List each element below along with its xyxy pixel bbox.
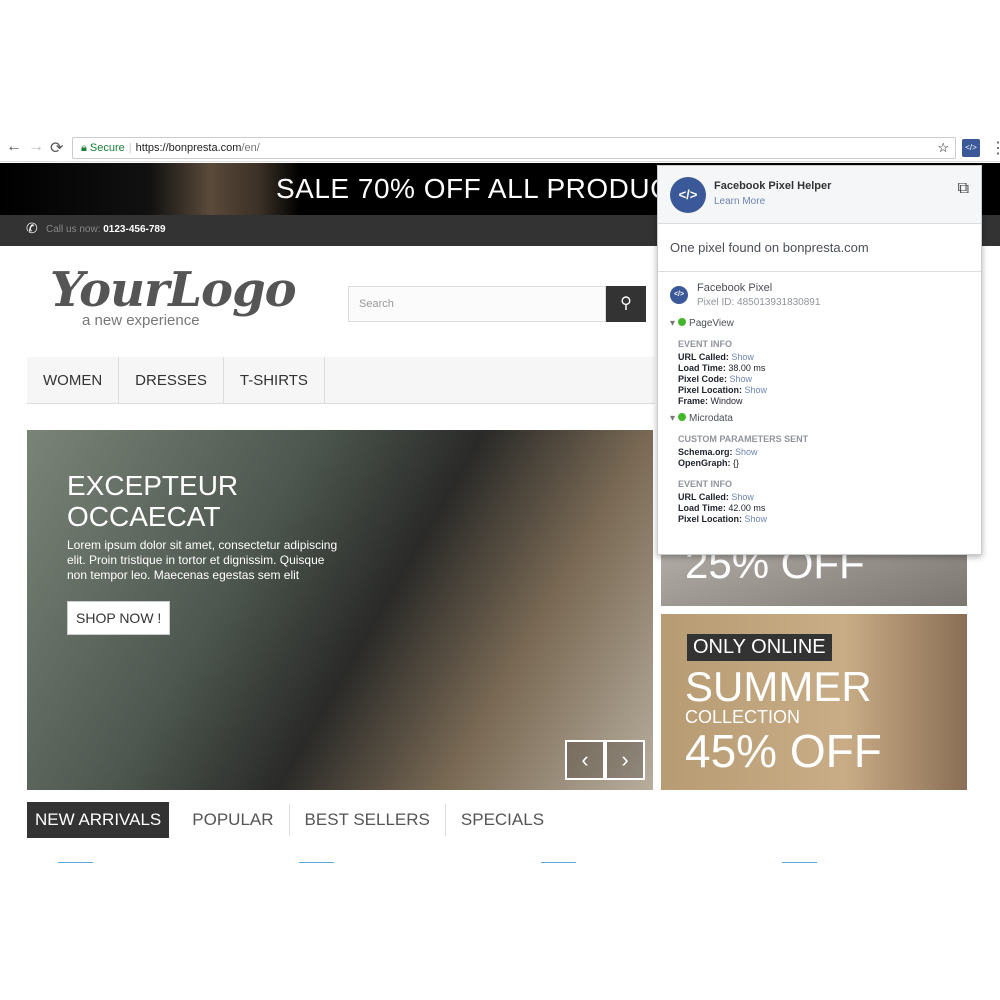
bookmark-star-icon[interactable]: ☆ [937, 138, 949, 158]
promo-discount: 45% OFF [685, 725, 882, 777]
shop-now-button[interactable]: SHOP NOW ! [67, 601, 171, 635]
search-input[interactable]: Search [348, 286, 606, 322]
pixel-helper-popup: </> Facebook Pixel Helper Learn More ⧉ O… [657, 165, 982, 555]
row-label: URL Called: [678, 352, 729, 362]
pixel-helper-extension-icon[interactable]: </> [962, 139, 980, 157]
lock-icon: 🔒︎ [81, 142, 87, 154]
event-info-row: Frame: Window [678, 396, 981, 407]
browser-menu-icon[interactable]: ⋮ [990, 138, 1000, 158]
show-link[interactable]: Show [731, 492, 754, 502]
divider [782, 862, 817, 863]
sale-banner-text: SALE 70% OFF ALL PRODUCTS [276, 173, 708, 204]
divider [541, 862, 576, 863]
learn-more-link[interactable]: Learn More [714, 196, 765, 207]
pixel-helper-logo-icon: </> [670, 177, 706, 213]
menu-item-dresses[interactable]: DRESSES [119, 357, 224, 403]
hero-slider: EXCEPTEUR OCCAECAT Lorem ipsum dolor sit… [27, 430, 653, 790]
row-label: Load Time: [678, 503, 726, 513]
event-info-row: URL Called: Show [678, 492, 981, 503]
tab-specials[interactable]: SPECIALS [446, 804, 559, 836]
event-info-row: Load Time: 42.00 ms [678, 503, 981, 514]
event-info-row: URL Called: Show [678, 352, 981, 363]
search-button[interactable]: ⚲ [606, 286, 646, 322]
promo-badge: ONLY ONLINE [687, 634, 832, 661]
check-icon [678, 413, 687, 421]
row-label: URL Called: [678, 492, 729, 502]
check-icon [678, 318, 687, 326]
product-tabs: NEW ARRIVALS POPULAR BEST SELLERS SPECIA… [27, 802, 559, 838]
logo[interactable]: YourLogo [50, 262, 297, 318]
show-link[interactable]: Show [731, 352, 754, 362]
row-value: 38.00 ms [728, 363, 766, 373]
hero-text: Lorem ipsum dolor sit amet, consectetur … [67, 538, 338, 582]
search-icon: ⚲ [620, 295, 632, 312]
row-label: Pixel Location: [678, 385, 743, 395]
reload-button[interactable]: ⟳ [50, 138, 63, 158]
event-info-row: Schema.org: Show [678, 447, 981, 458]
promo-title: SUMMER [685, 663, 872, 710]
back-button[interactable]: ← [6, 138, 22, 156]
phone-icon: ✆ [26, 220, 38, 236]
show-link[interactable]: Show [745, 514, 768, 524]
browser-toolbar: ← → ⟳ 🔒︎ Secure | https://bonpresta.com/en… [0, 135, 1000, 162]
logo-tagline: a new experience [82, 312, 200, 329]
address-bar[interactable]: 🔒︎ Secure | https://bonpresta.com/en/ ☆ [72, 137, 956, 159]
pixel-icon: </> [670, 286, 688, 304]
row-label: Pixel Location: [678, 514, 743, 524]
show-link[interactable]: Show [730, 374, 753, 384]
external-link-icon[interactable]: ⧉ [958, 180, 969, 198]
popup-title: Facebook Pixel Helper [714, 180, 832, 192]
row-label: Load Time: [678, 363, 726, 373]
pixel-id: Pixel ID: 485013931830891 [697, 297, 821, 308]
pixel-name: Facebook Pixel [697, 282, 773, 294]
row-label: Schema.org: [678, 447, 733, 457]
event-info-row: Pixel Location: Show [678, 514, 981, 525]
promo-banner-summer[interactable]: ONLY ONLINE SUMMER COLLECTION 45% OFF [661, 614, 967, 790]
menu-item-t-shirts[interactable]: T-SHIRTS [224, 357, 325, 403]
row-value: {} [733, 458, 740, 468]
secure-label: Secure [89, 142, 125, 154]
url-host: https://bonpresta.com [135, 142, 242, 154]
event-info-row: Load Time: 38.00 ms [678, 363, 981, 374]
row-value: Window [710, 396, 743, 406]
hero-title: EXCEPTEUR OCCAECAT [67, 470, 239, 532]
section-heading: CUSTOM PARAMETERS SENT [678, 434, 809, 444]
show-link[interactable]: Show [745, 385, 768, 395]
section-heading: EVENT INFO [678, 339, 733, 349]
show-link[interactable]: Show [735, 447, 758, 457]
event-pageview-toggle[interactable]: ▾ PageView [670, 318, 981, 329]
event-info-row: Pixel Code: Show [678, 374, 981, 385]
menu-item-women[interactable]: WOMEN [27, 357, 120, 403]
event-info-row: OpenGraph: {} [678, 458, 981, 469]
slider-prev-button[interactable]: ‹ [565, 740, 605, 780]
tab-popular[interactable]: POPULAR [177, 804, 290, 836]
slider-next-button[interactable]: › [605, 740, 645, 780]
phone-number: 0123-456-789 [103, 224, 166, 235]
row-value: 42.00 ms [728, 503, 766, 513]
row-label: OpenGraph: [678, 458, 731, 468]
forward-button[interactable]: → [28, 138, 44, 156]
event-microdata-toggle[interactable]: ▾ Microdata [670, 413, 981, 424]
pixel-found-message: One pixel found on bonpresta.com [658, 224, 981, 272]
url-path: /en/ [241, 142, 260, 154]
section-heading: EVENT INFO [678, 479, 733, 489]
divider [58, 862, 93, 863]
event-info-row: Pixel Location: Show [678, 385, 981, 396]
main-menu: WOMEN DRESSES T-SHIRTS [27, 357, 655, 404]
row-label: Pixel Code: [678, 374, 728, 384]
tab-best-sellers[interactable]: BEST SELLERS [290, 804, 446, 836]
row-label: Frame: [678, 396, 709, 406]
tab-new-arrivals[interactable]: NEW ARRIVALS [27, 802, 170, 838]
divider [299, 862, 334, 863]
call-label: Call us now: [46, 224, 101, 235]
